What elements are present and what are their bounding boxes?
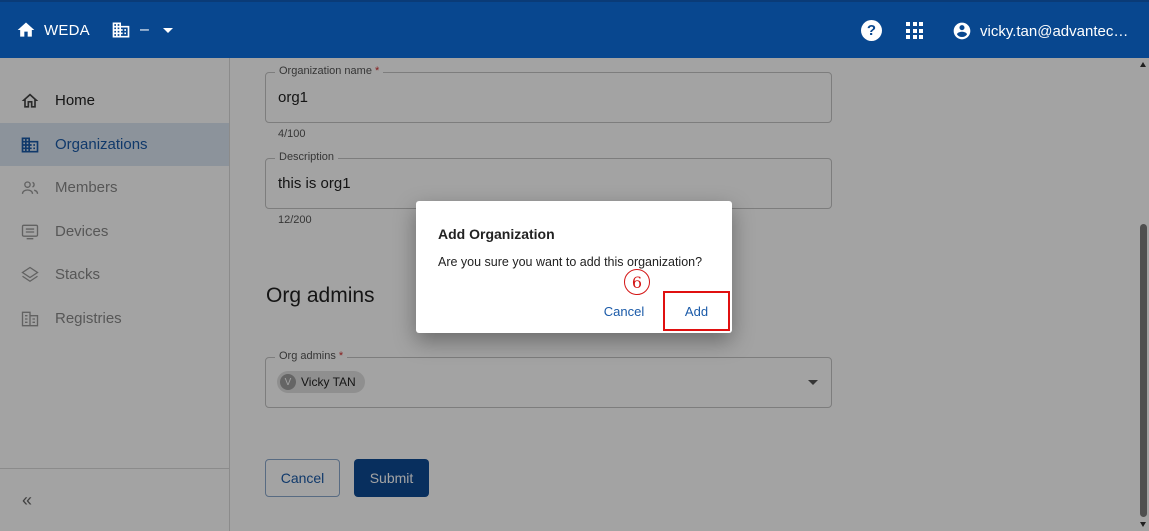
account-circle-icon bbox=[953, 22, 971, 40]
dialog-add-button[interactable]: Add bbox=[663, 291, 730, 331]
organization-switcher[interactable]: – bbox=[111, 19, 173, 41]
dialog-cancel-button[interactable]: Cancel bbox=[596, 298, 652, 324]
app-name: WEDA bbox=[44, 21, 90, 39]
user-menu[interactable]: vicky.tan@advantec… bbox=[952, 20, 1128, 42]
add-organization-dialog: Add Organization Are you sure you want t… bbox=[416, 201, 732, 333]
building-icon bbox=[112, 22, 130, 38]
caret-down-icon bbox=[162, 27, 173, 33]
dialog-message: Are you sure you want to add this organi… bbox=[438, 255, 703, 269]
home-icon bbox=[17, 22, 35, 37]
help-icon[interactable]: ? bbox=[861, 20, 882, 41]
user-email: vicky.tan@advantec… bbox=[980, 22, 1129, 40]
organization-value: – bbox=[140, 21, 149, 38]
home-button[interactable]: WEDA bbox=[16, 19, 90, 41]
dialog-title: Add Organization bbox=[438, 226, 555, 242]
top-bar: WEDA – ? vicky.tan@advantec… bbox=[0, 0, 1149, 58]
step-number-badge: 6 bbox=[624, 269, 650, 295]
apps-grid-icon[interactable] bbox=[906, 22, 923, 39]
